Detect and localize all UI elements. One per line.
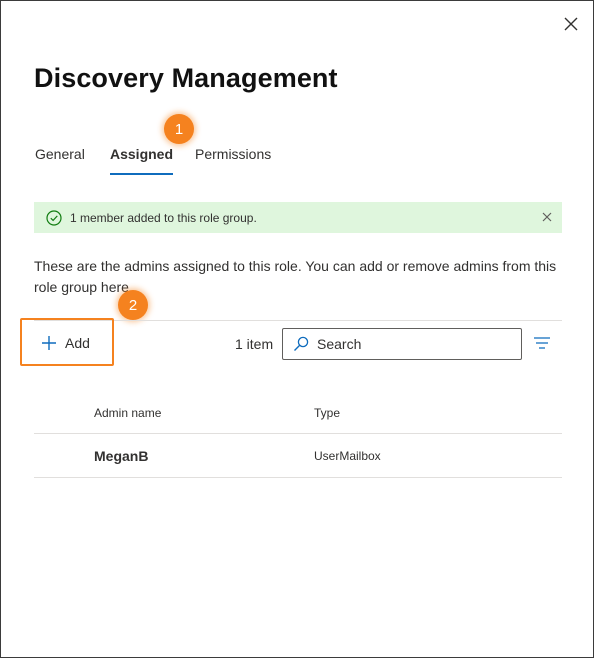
- search-input[interactable]: [317, 336, 507, 352]
- tab-general[interactable]: General: [35, 144, 85, 176]
- success-banner: 1 member added to this role group.: [34, 202, 562, 233]
- tab-permissions-label: Permissions: [195, 146, 272, 162]
- tab-general-label: General: [35, 146, 85, 162]
- role-description: These are the admins assigned to this ro…: [34, 258, 557, 295]
- search-box: [282, 328, 522, 360]
- dismiss-icon: [542, 212, 552, 222]
- tab-permissions[interactable]: Permissions: [195, 144, 271, 176]
- table-header: Admin name Type: [34, 391, 562, 434]
- admin-name-cell: MeganB: [94, 448, 149, 464]
- banner-message: 1 member added to this role group.: [70, 210, 257, 225]
- page-title: Discovery Management: [34, 63, 338, 93]
- item-count: 1 item: [235, 336, 274, 352]
- column-header-type[interactable]: Type: [314, 406, 340, 420]
- close-button[interactable]: [560, 13, 582, 35]
- banner-dismiss-button[interactable]: [540, 210, 554, 224]
- role-group-panel: Discovery Management General Assigned Pe…: [0, 0, 594, 658]
- add-button-label: Add: [65, 335, 90, 351]
- type-cell: UserMailbox: [314, 449, 381, 463]
- table-row[interactable]: MeganB UserMailbox: [34, 434, 562, 478]
- add-button[interactable]: Add: [41, 332, 90, 354]
- tab-assigned-label: Assigned: [110, 146, 174, 162]
- admins-table: Admin name Type MeganB UserMailbox: [34, 391, 562, 478]
- callout-badge-1: 1: [164, 114, 194, 144]
- active-tab-indicator: [110, 173, 174, 175]
- filter-button[interactable]: [533, 335, 551, 351]
- tab-assigned[interactable]: Assigned: [110, 144, 174, 176]
- column-header-admin-name[interactable]: Admin name: [94, 406, 161, 420]
- close-icon: [564, 17, 578, 31]
- filter-lines-icon: [534, 337, 550, 349]
- plus-icon: [42, 336, 56, 350]
- success-check-icon: [46, 209, 62, 226]
- callout-badge-2: 2: [118, 290, 148, 320]
- search-icon: [293, 336, 309, 352]
